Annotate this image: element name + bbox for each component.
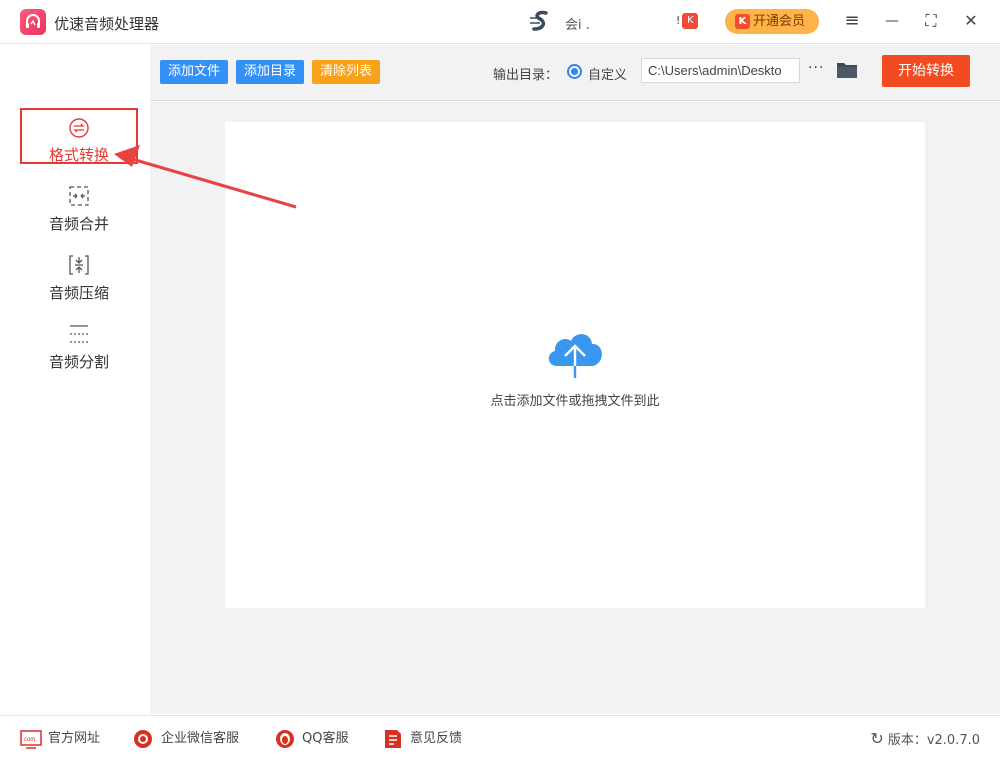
user-name[interactable]: 会i . (565, 14, 590, 33)
sidebar-item-audio-compress[interactable]: 音频压缩 (20, 254, 138, 310)
vip-label: 开通会员 (753, 14, 806, 29)
file-dropzone[interactable]: 点击添加文件或拖拽文件到此 (225, 122, 925, 608)
start-convert-button[interactable]: 开始转换 (882, 55, 970, 87)
clear-list-button[interactable]: 清除列表 (312, 60, 381, 84)
vip-button[interactable]: K 开通会员 (725, 9, 819, 34)
cloud-upload-icon (548, 334, 602, 378)
vip-icon: K (735, 14, 750, 29)
add-file-button[interactable]: 添加文件 (160, 60, 229, 84)
version-info: ↻ 版本：v2.0.7.0 (870, 729, 980, 751)
app-title: 优速音频处理器 (54, 15, 160, 33)
minimize-icon[interactable]: — (881, 10, 903, 32)
output-path-input[interactable]: C:\Users\admin\Deskto (641, 58, 800, 83)
app-logo-icon (20, 9, 46, 35)
folder-icon[interactable] (836, 60, 858, 80)
compress-icon (69, 255, 89, 275)
add-directory-button[interactable]: 添加目录 (236, 60, 305, 84)
website-icon: com (20, 730, 42, 749)
close-icon[interactable]: ✕ (960, 10, 982, 32)
website-link[interactable]: com 官方网址 (20, 729, 100, 749)
split-icon (70, 325, 88, 343)
output-dir-label: 输出目录： (493, 68, 559, 83)
badge-mark: ! (676, 14, 681, 27)
qq-service-link[interactable]: QQ客服 (274, 729, 348, 749)
annotation-arrow-icon (114, 145, 297, 209)
sidebar-item-label: 音频分割 (48, 353, 109, 371)
k-badge[interactable]: ! K (676, 13, 699, 29)
footer: com 官方网址 企业微信客服 QQ客服 意见反馈 ↻ 版本：v2.0.7.0 (0, 715, 1000, 760)
title-bar: 优速音频处理器 会i . ! K K 开通会员 ≡ — ⛶ ✕ (0, 0, 1000, 44)
sidebar-item-label: 音频合并 (48, 215, 109, 233)
dropzone-hint: 点击添加文件或拖拽文件到此 (490, 394, 660, 409)
maximize-icon[interactable]: ⛶ (920, 10, 942, 32)
user-logo-icon[interactable] (528, 10, 556, 34)
wechat-service-link[interactable]: 企业微信客服 (133, 729, 239, 749)
svg-text:com: com (24, 737, 35, 743)
feedback-icon (385, 730, 401, 748)
feedback-link[interactable]: 意见反馈 (382, 729, 462, 749)
refresh-icon[interactable]: ↻ (870, 729, 883, 748)
custom-radio-label[interactable]: 自定义 (588, 64, 627, 83)
more-options-button[interactable]: ··· (808, 60, 824, 76)
sidebar-item-audio-split[interactable]: 音频分割 (20, 323, 138, 379)
toolbar: 添加文件 添加目录 清除列表 输出目录： 自定义 C:\Users\admin\… (150, 45, 1000, 101)
qq-icon (276, 730, 294, 748)
k-icon: K (682, 13, 699, 29)
convert-icon (69, 118, 89, 138)
custom-radio[interactable] (567, 64, 582, 79)
wechat-icon (134, 730, 152, 748)
sidebar-item-label: 音频压缩 (48, 284, 109, 302)
merge-icon (69, 186, 89, 206)
menu-icon[interactable]: ≡ (841, 10, 863, 32)
version-label: 版本：v2.0.7.0 (887, 733, 980, 748)
